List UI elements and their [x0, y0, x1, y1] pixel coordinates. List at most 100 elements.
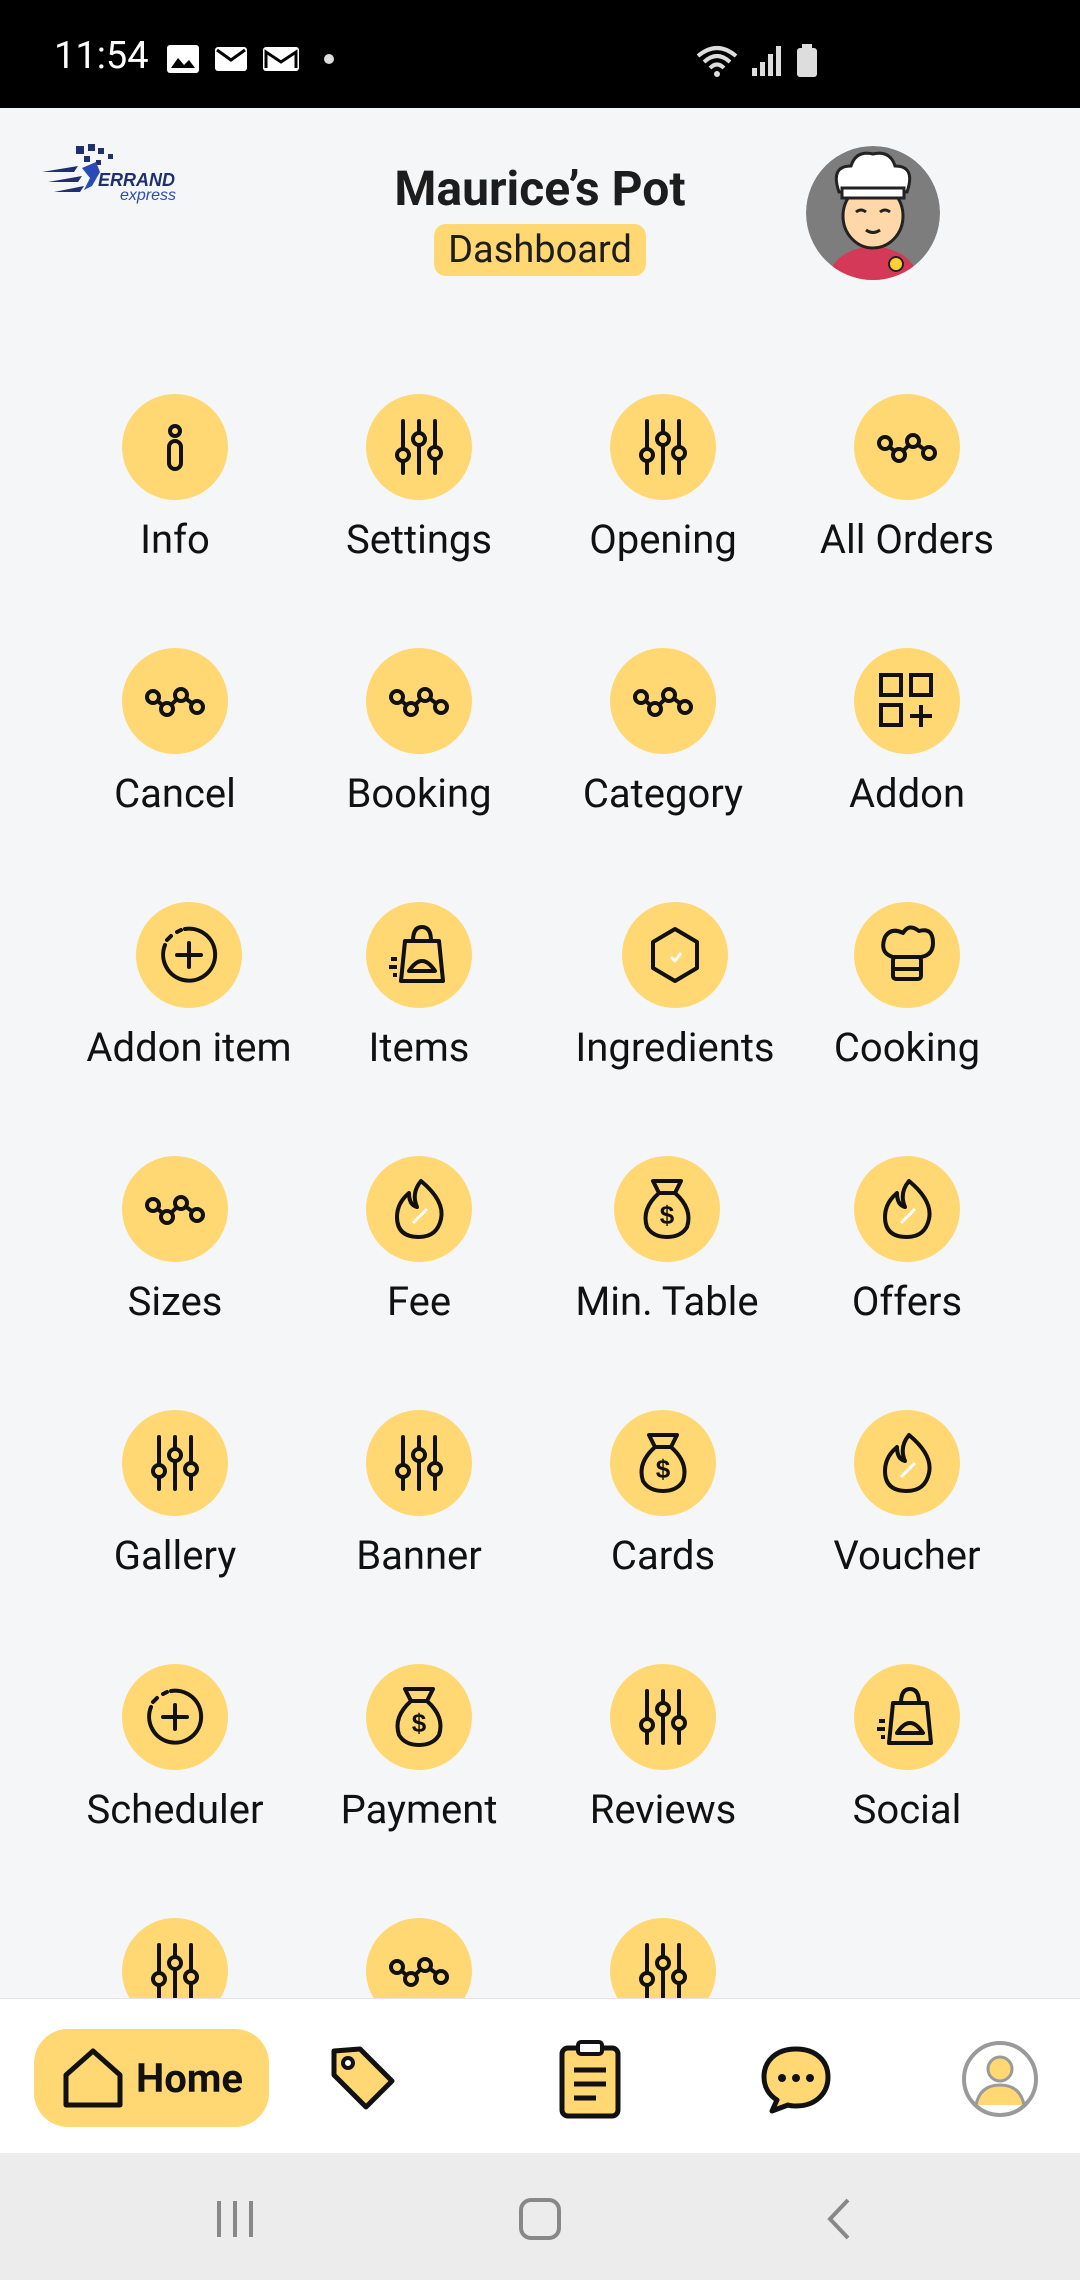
battery-icon: [797, 44, 817, 77]
nodes-icon: [389, 687, 449, 717]
tile-label: Social: [852, 1786, 962, 1833]
dashboard-header: ERRAND express Maurice’s Pot Dashboard: [0, 108, 1080, 338]
flame-icon: [395, 1179, 444, 1239]
tile-label: Reviews: [589, 1786, 737, 1833]
nav-profile-button[interactable]: [960, 2039, 1040, 2119]
tile-banner[interactable]: Banner: [284, 1410, 554, 1579]
tile-min-table[interactable]: Min. Table: [532, 1156, 802, 1325]
tile-ingredients[interactable]: Ingredients: [540, 902, 810, 1071]
status-time: 11:54: [54, 34, 149, 78]
wifi-icon: [696, 46, 738, 77]
money-bag-icon: [395, 1687, 443, 1747]
sliders-icon: [151, 1943, 199, 1999]
tile-label: Addon: [848, 770, 966, 817]
tile-label: All Orders: [819, 516, 995, 563]
tile-reviews[interactable]: Reviews: [528, 1664, 798, 1833]
sliders-icon: [151, 1435, 199, 1491]
tile-label: Scheduler: [86, 1786, 264, 1833]
home-square-icon: [519, 2198, 561, 2240]
tile-sizes[interactable]: Sizes: [40, 1156, 310, 1325]
nav-tags-button[interactable]: [322, 2039, 402, 2119]
tile-label: Gallery: [113, 1532, 237, 1579]
nodes-icon: [389, 1957, 449, 1987]
bottom-nav: Home: [0, 1998, 1080, 2154]
tile-voucher[interactable]: Voucher: [772, 1410, 1042, 1579]
back-button[interactable]: [810, 2189, 870, 2249]
tile-label: Fee: [386, 1278, 452, 1325]
tile-label: Cooking: [833, 1024, 981, 1071]
nav-home-button[interactable]: Home: [34, 2029, 269, 2127]
profile-avatar[interactable]: [806, 146, 940, 280]
hexagon-check-icon: [651, 927, 699, 983]
sliders-icon: [395, 419, 443, 475]
tile-label: Info: [140, 516, 210, 563]
tile-all-orders[interactable]: All Orders: [772, 394, 1042, 563]
recent-apps-button[interactable]: [206, 2189, 266, 2249]
nodes-icon: [145, 1195, 205, 1225]
tile-addon[interactable]: Addon: [772, 648, 1042, 817]
tile-settings[interactable]: Settings: [284, 394, 554, 563]
tile-booking[interactable]: Booking: [284, 648, 554, 817]
plus-circle-icon: [161, 926, 218, 983]
money-bag-icon: [643, 1179, 691, 1239]
grid-add-icon: [879, 673, 934, 729]
mail-notification-icon: [215, 47, 247, 71]
info-icon: [167, 424, 183, 471]
tile-gallery[interactable]: Gallery: [40, 1410, 310, 1579]
tile-label: Opening: [589, 516, 737, 563]
nav-home-label: Home: [135, 2054, 244, 2102]
home-icon: [63, 2048, 123, 2108]
tile-label: Settings: [345, 516, 493, 563]
tile-cards[interactable]: Cards: [528, 1410, 798, 1579]
nodes-icon: [633, 687, 693, 717]
tile-scheduler[interactable]: Scheduler: [40, 1664, 310, 1833]
chef-avatar-icon: [806, 146, 940, 280]
tile-payment[interactable]: Payment: [284, 1664, 554, 1833]
tile-cooking[interactable]: Cooking: [772, 902, 1042, 1071]
flame-icon: [883, 1179, 932, 1239]
tile-label: Offers: [851, 1278, 963, 1325]
tile-category[interactable]: Category: [528, 648, 798, 817]
home-system-button[interactable]: [510, 2189, 570, 2249]
sliders-icon: [639, 1689, 687, 1745]
nav-orders-button[interactable]: [550, 2039, 630, 2119]
dashboard-badge: Dashboard: [434, 224, 646, 276]
tile-opening[interactable]: Opening: [528, 394, 798, 563]
tile-label: Cancel: [114, 770, 236, 817]
tile-cancel[interactable]: Cancel: [40, 648, 310, 817]
system-nav-bar: [0, 2153, 1080, 2280]
tile-label: Ingredients: [575, 1024, 775, 1071]
tile-info[interactable]: Info: [40, 394, 310, 563]
chat-icon: [761, 2046, 831, 2114]
status-bar: 11:54: [0, 0, 1080, 108]
tile-label: Category: [582, 770, 744, 817]
plus-circle-icon: [147, 1688, 204, 1745]
money-bag-icon: [639, 1433, 687, 1493]
sliders-icon: [395, 1435, 443, 1491]
sliders-icon: [639, 419, 687, 475]
nodes-icon: [877, 433, 937, 463]
signal-icon: [752, 46, 781, 76]
tile-label: Items: [368, 1024, 470, 1071]
nav-chat-button[interactable]: [756, 2039, 836, 2119]
tile-label: Cards: [610, 1532, 716, 1579]
profile-icon: [962, 2041, 1038, 2117]
tile-offers[interactable]: Offers: [772, 1156, 1042, 1325]
food-bag-icon: [387, 925, 445, 983]
tile-items[interactable]: Items: [284, 902, 554, 1071]
clipboard-icon: [559, 2040, 621, 2119]
tile-fee[interactable]: Fee: [284, 1156, 554, 1325]
nodes-icon: [145, 687, 205, 717]
chef-hat-icon: [881, 925, 935, 981]
flame-icon: [883, 1433, 932, 1493]
tile-social[interactable]: Social: [772, 1664, 1042, 1833]
tile-label: Sizes: [127, 1278, 223, 1325]
tile-label: Booking: [346, 770, 492, 817]
tile-label: Voucher: [833, 1532, 981, 1579]
back-chevron-icon: [827, 2198, 850, 2240]
tile-label: Banner: [356, 1532, 482, 1579]
tag-icon: [331, 2046, 395, 2110]
more-notifications-dot: [324, 54, 334, 64]
recent-apps-icon: [217, 2201, 253, 2237]
sliders-icon: [639, 1943, 687, 1999]
